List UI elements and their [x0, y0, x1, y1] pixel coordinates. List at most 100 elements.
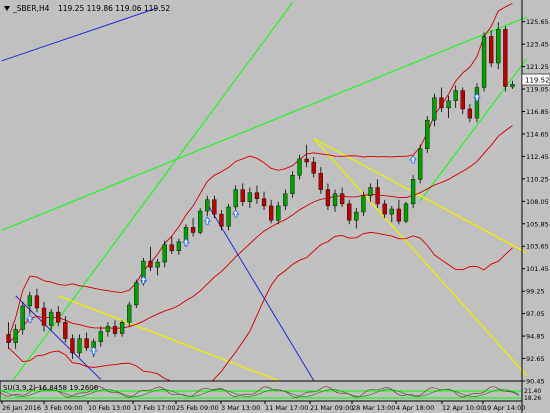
candle	[198, 207, 203, 235]
candle-body	[460, 90, 465, 110]
candle-body	[261, 198, 267, 207]
candle-body	[190, 227, 196, 233]
candle-body	[325, 189, 331, 207]
price-tick-label: 110.25	[526, 175, 549, 183]
candle	[418, 144, 423, 184]
candle-body	[418, 148, 423, 180]
price-tick-label: 123.45	[526, 41, 549, 49]
candle-body	[254, 192, 260, 199]
candle	[481, 32, 487, 92]
candle-body	[389, 208, 394, 215]
candle-body	[98, 331, 103, 342]
time-tick-label: 26 Jan 2016	[2, 404, 41, 412]
time-tick-label: 21 Mar 09:00	[310, 404, 353, 412]
price-tick-label: 119.05	[526, 86, 549, 94]
candle	[410, 175, 416, 208]
time-tick-label: 19 Apr 14:00	[483, 404, 525, 412]
candle-body	[20, 305, 25, 330]
candle-body	[489, 36, 494, 64]
candle-body	[6, 334, 11, 343]
candle	[403, 201, 409, 224]
candle-body	[403, 203, 409, 222]
candle-body	[474, 87, 480, 119]
candle-body	[481, 36, 487, 88]
price-tick-label: 97.05	[526, 310, 545, 318]
indicator-label: SU(3,9,2) 16.8458 19.2606	[3, 384, 99, 392]
candle-body	[439, 97, 444, 109]
candle-body	[233, 189, 238, 208]
candle-body	[84, 338, 89, 349]
candle-body	[382, 203, 387, 215]
candle-body	[268, 205, 274, 221]
candle-body	[432, 97, 437, 121]
candle-body	[467, 108, 473, 119]
price-tick-label: 101.45	[526, 265, 549, 273]
candle-body	[510, 84, 515, 88]
candle-body	[34, 295, 40, 309]
candle-body	[240, 189, 245, 203]
candle-body	[368, 187, 373, 196]
candle-body	[155, 261, 160, 268]
candle-body	[162, 244, 167, 263]
candle-body	[176, 241, 182, 252]
candle-body	[13, 329, 18, 343]
price-tick-label: 105.85	[526, 220, 549, 228]
candle-body	[205, 199, 210, 212]
candle-body	[332, 193, 338, 207]
price-axis: 125.65 123.45 121.25 119.05 116.85 114.65 112.…	[522, 18, 549, 386]
last-price-text: 119.52	[525, 77, 550, 85]
candle-body	[127, 304, 132, 323]
time-tick-label: 28 Mar 13:00	[352, 404, 395, 412]
candle-body	[219, 213, 224, 227]
price-tick-label: 114.65	[526, 130, 549, 138]
candle	[134, 279, 139, 309]
indicator-level-1: 21.40	[524, 388, 541, 395]
indicator-level-2: 18.26	[524, 395, 541, 402]
candle-body	[297, 158, 302, 176]
candle-body	[77, 338, 82, 354]
candle-body	[453, 90, 458, 101]
candle-body	[375, 187, 380, 205]
price-tick-label: 90.45	[526, 378, 545, 386]
candle-body	[276, 205, 281, 221]
candle-body	[354, 211, 359, 221]
chart-window: SU(3,9,2) 16.8458 19.2606 21.40 18.26 12…	[0, 0, 550, 413]
candle-body	[290, 175, 295, 194]
price-tick-label: 125.65	[526, 18, 549, 26]
candle-body	[503, 29, 508, 87]
time-tick-label: 3 Feb 09:00	[44, 404, 83, 412]
candle-body	[361, 195, 366, 213]
candle	[474, 83, 480, 123]
candle-body	[339, 193, 345, 205]
time-tick-label: 11 Mar 17:00	[265, 404, 308, 412]
candle-body	[148, 260, 153, 268]
price-tick-label: 92.65	[526, 355, 545, 363]
candle-body	[283, 193, 288, 207]
price-chart[interactable]: SU(3,9,2) 16.8458 19.2606 21.40 18.26 12…	[0, 0, 550, 413]
candle-body	[198, 210, 203, 233]
price-tick-label: 94.85	[526, 333, 545, 341]
candle	[226, 203, 231, 231]
candle-body	[311, 161, 316, 174]
candle-body	[410, 179, 416, 205]
candle	[503, 26, 508, 92]
candle-body	[63, 322, 68, 339]
candle-body	[247, 192, 253, 203]
time-tick-label: 4 Apr 18:00	[396, 404, 434, 412]
candle-body	[134, 282, 139, 306]
candle-body	[212, 199, 217, 215]
time-tick-label: 3 Mar 13:00	[221, 404, 260, 412]
candle	[425, 116, 430, 153]
time-tick-label: 17 Feb 17:00	[133, 404, 176, 412]
candle-body	[304, 158, 309, 163]
price-tick-label: 121.25	[526, 63, 549, 71]
candle-body	[169, 244, 174, 252]
symbol-label: _SBER,H4	[12, 4, 50, 13]
price-tick-label: 108.05	[526, 198, 549, 206]
price-tick-label: 112.45	[526, 153, 549, 161]
price-tick-label: 99.25	[526, 288, 545, 296]
candle-body	[496, 29, 501, 64]
time-tick-label: 25 Feb 09:00	[176, 404, 219, 412]
candle-body	[48, 311, 54, 326]
candle-body	[347, 203, 352, 221]
